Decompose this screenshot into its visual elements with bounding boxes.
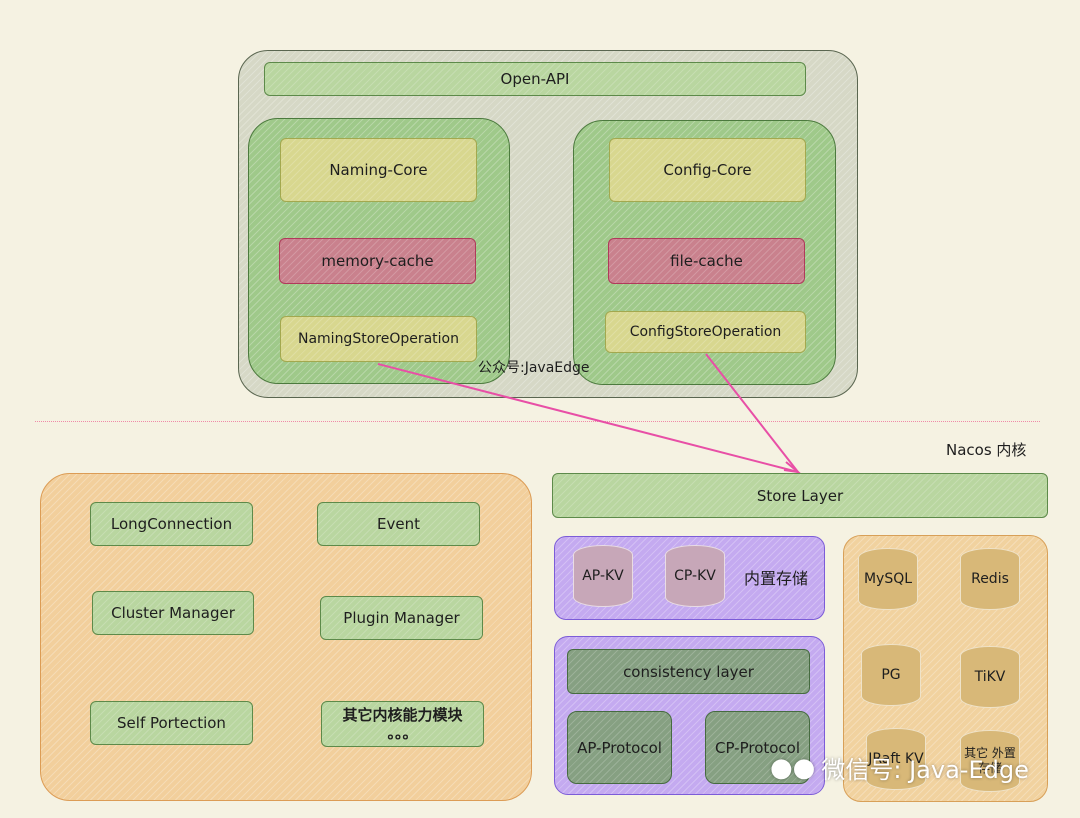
module-long-connection[interactable]: LongConnection — [90, 502, 253, 546]
ap-kv-cylinder[interactable]: AP-KV — [573, 545, 633, 607]
builtin-storage-label: 内置存储 — [744, 569, 809, 588]
module-self-protection[interactable]: Self Portection — [90, 701, 253, 745]
cp-kv-cylinder[interactable]: CP-KV — [665, 545, 725, 607]
naming-to-store-arrow — [377, 363, 799, 473]
module-other-label: 其它内核能力模块 — [342, 706, 463, 724]
consistency-layer-box[interactable]: consistency layer — [567, 649, 810, 694]
redis-cylinder[interactable]: Redis — [960, 548, 1020, 610]
pg-cylinder[interactable]: PG — [861, 644, 921, 706]
wechat-watermark: ●● 微信号: Java-Edge — [770, 750, 1029, 785]
wechat-watermark-text: 微信号: Java-Edge — [821, 756, 1029, 784]
module-event[interactable]: Event — [317, 502, 480, 546]
mysql-cylinder[interactable]: MySQL — [858, 548, 918, 610]
wechat-icon: ●● — [770, 752, 816, 783]
module-other[interactable]: 其它内核能力模块 。。。 — [321, 701, 484, 747]
module-cluster-manager[interactable]: Cluster Manager — [92, 591, 254, 635]
store-layer-box[interactable]: Store Layer — [552, 473, 1048, 518]
ap-protocol-box[interactable]: AP-Protocol — [567, 711, 672, 784]
module-other-ellipsis: 。。。 — [387, 724, 418, 742]
module-plugin-manager[interactable]: Plugin Manager — [320, 596, 483, 640]
tikv-cylinder[interactable]: TiKV — [960, 646, 1020, 708]
config-to-store-arrow — [705, 353, 799, 473]
